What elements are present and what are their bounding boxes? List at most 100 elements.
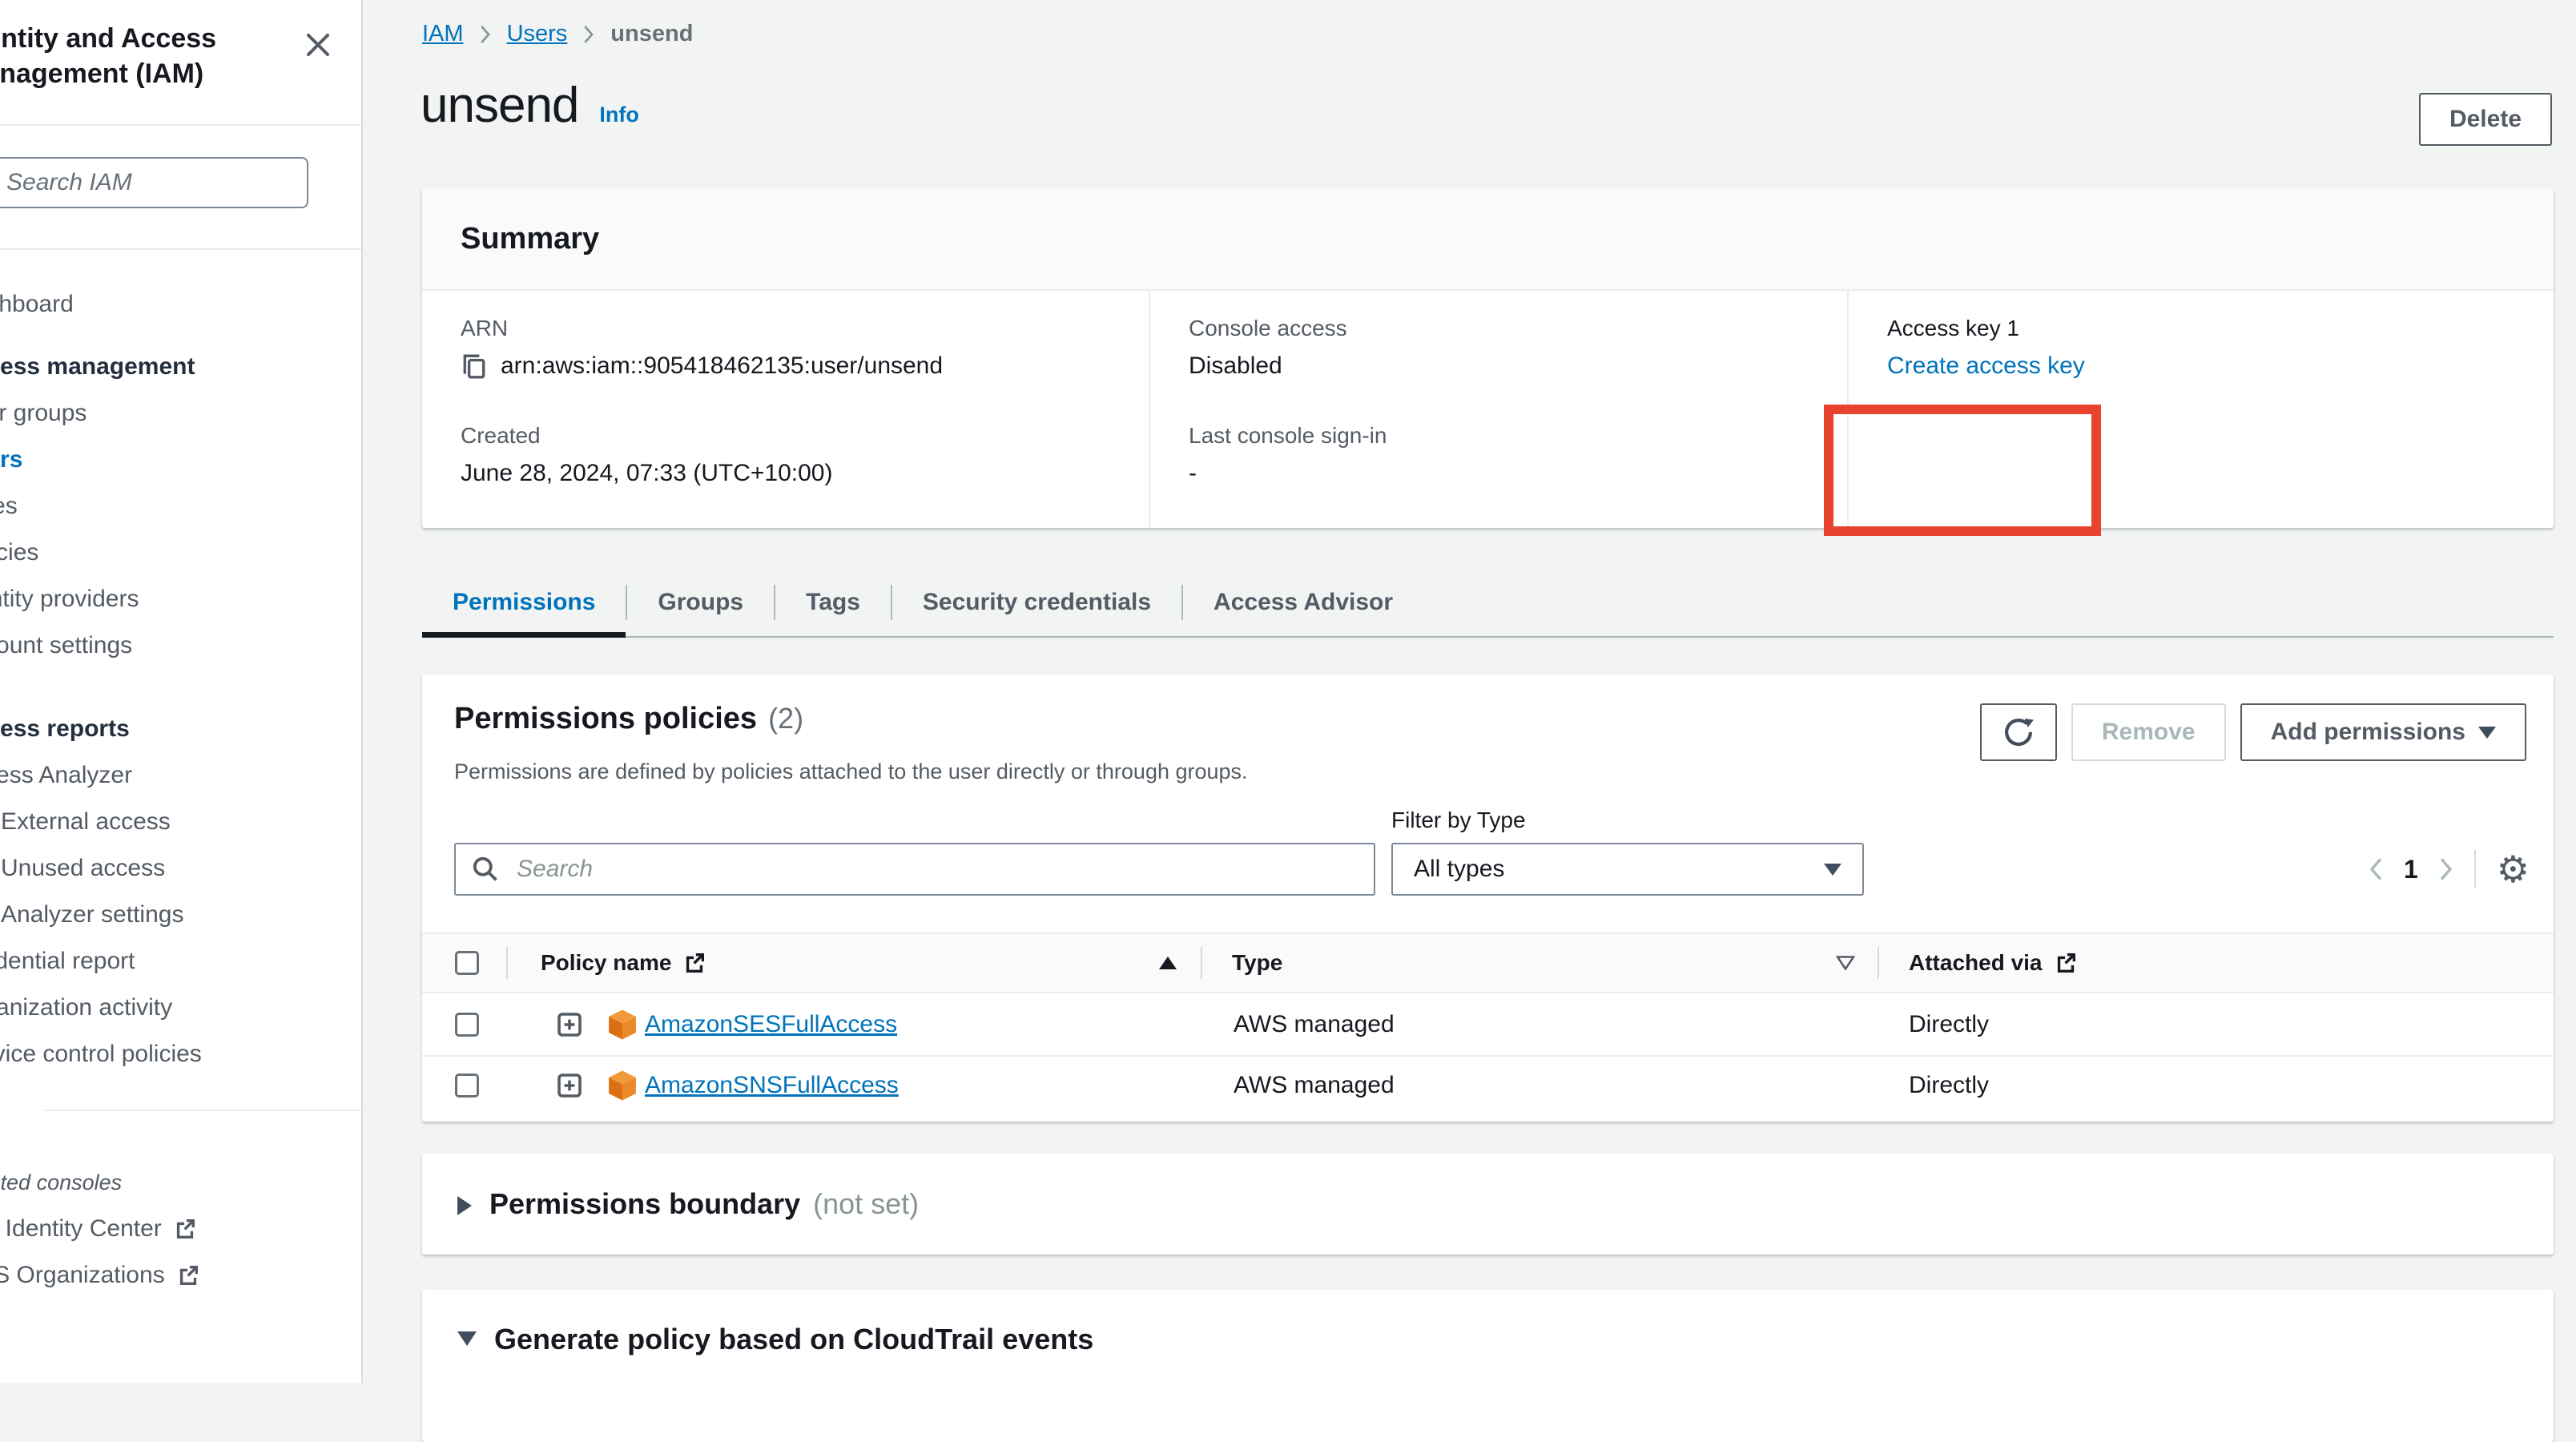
- sidebar-item-analyzer-settings[interactable]: Analyzer settings: [1, 892, 401, 938]
- type-filter-dropdown[interactable]: All types: [1391, 843, 1864, 896]
- add-permissions-label: Add permissions: [2271, 719, 2465, 746]
- detail-tabs: Permissions Groups Tags Security credent…: [422, 569, 2554, 638]
- column-divider: [1878, 947, 1879, 979]
- sidebar-divider: [0, 124, 361, 126]
- summary-col-console: Console access Disabled Last console sig…: [1149, 291, 1847, 528]
- generate-policy-card[interactable]: Generate policy based on CloudTrail even…: [422, 1290, 2554, 1442]
- external-link-icon: [173, 1217, 197, 1241]
- sidebar-search-input[interactable]: [0, 157, 308, 208]
- sidebar-item-identity-providers[interactable]: Identity providers: [0, 576, 356, 622]
- add-permissions-button[interactable]: Add permissions: [2240, 703, 2526, 761]
- table-header: Policy name Type Attached via: [422, 932, 2554, 993]
- permissions-boundary-title: Permissions boundary: [489, 1188, 800, 1220]
- page-header: unsend Info: [421, 77, 639, 134]
- policies-count: (2): [768, 702, 803, 735]
- summary-card: Summary ARN arn:aws:iam::905418462135:us…: [422, 188, 2554, 528]
- sidebar-item-external-access[interactable]: External access: [1, 799, 401, 845]
- copy-icon[interactable]: [461, 352, 488, 380]
- sidebar-item-unused-access[interactable]: Unused access: [1, 845, 401, 892]
- summary-heading: Summary: [461, 222, 599, 256]
- external-link-icon: [176, 1263, 200, 1287]
- sidebar-item-roles[interactable]: Roles: [0, 483, 356, 530]
- column-policy-name[interactable]: Policy name: [541, 950, 706, 976]
- select-all-checkbox[interactable]: [455, 951, 479, 975]
- created-label: Created: [461, 422, 1117, 449]
- sidebar-item-service-control-policies[interactable]: Service control policies: [0, 1031, 356, 1077]
- tab-access-advisor[interactable]: Access Advisor: [1183, 569, 1423, 636]
- external-link-icon: [682, 951, 706, 975]
- console-access-label: Console access: [1189, 315, 1815, 342]
- tab-tags[interactable]: Tags: [775, 569, 891, 636]
- breadcrumb: IAM Users unsend: [422, 21, 693, 47]
- policy-attached-via: Directly: [1909, 1072, 1989, 1099]
- close-icon[interactable]: [302, 29, 334, 61]
- sidebar-title: Identity and Access Management (IAM): [0, 21, 306, 91]
- policy-link[interactable]: AmazonSESFullAccess: [645, 1011, 897, 1038]
- sidebar-item-users[interactable]: Users: [0, 437, 356, 483]
- permissions-boundary-card[interactable]: Permissions boundary (not set): [422, 1154, 2554, 1255]
- sidebar-item-dashboard[interactable]: Dashboard: [0, 281, 356, 328]
- next-page-icon[interactable]: [2439, 857, 2453, 881]
- sidebar-item-user-groups[interactable]: User groups: [0, 390, 356, 437]
- expand-plus-icon[interactable]: [557, 1012, 582, 1037]
- sidebar-item-account-settings[interactable]: Account settings: [0, 622, 356, 669]
- page-title: unsend: [421, 77, 578, 134]
- column-type[interactable]: Type: [1232, 950, 1282, 976]
- breadcrumb-iam-link[interactable]: IAM: [422, 21, 464, 47]
- expand-down-icon: [457, 1331, 477, 1346]
- tab-security-credentials[interactable]: Security credentials: [892, 569, 1181, 636]
- last-signin-value: -: [1189, 457, 1197, 489]
- external-link-icon: [2054, 951, 2078, 975]
- table-row: AmazonSNSFullAccess AWS managed Directly: [422, 1055, 2554, 1116]
- policies-title: Permissions policies: [454, 702, 757, 736]
- column-divider: [1201, 947, 1202, 979]
- row-checkbox[interactable]: [455, 1073, 479, 1098]
- sidebar-item-access-analyzer[interactable]: Access Analyzer: [0, 752, 356, 799]
- previous-page-icon[interactable]: [2369, 857, 2383, 881]
- tab-permissions[interactable]: Permissions: [422, 569, 626, 636]
- sort-descending-outline-icon[interactable]: [1835, 955, 1856, 971]
- create-access-key-link[interactable]: Create access key: [1887, 350, 2085, 382]
- main-content: IAM Users unsend unsend Info Delete Summ…: [363, 0, 2576, 1383]
- expand-right-icon: [457, 1196, 472, 1215]
- managed-policy-icon: [607, 1009, 638, 1041]
- sidebar-divider: [44, 1110, 361, 1111]
- pagination-divider: [2474, 850, 2476, 888]
- sidebar-section-related-consoles: Related consoles: [0, 1159, 356, 1206]
- summary-body: ARN arn:aws:iam::905418462135:user/unsen…: [422, 291, 2554, 528]
- sidebar-item-aws-organizations[interactable]: AWS Organizations: [0, 1252, 356, 1299]
- tab-groups[interactable]: Groups: [627, 569, 774, 636]
- policies-header: Permissions policies (2): [454, 702, 803, 736]
- sidebar-item-policies[interactable]: Policies: [0, 530, 356, 576]
- sidebar-item-iam-identity-center[interactable]: IAM Identity Center: [0, 1206, 356, 1252]
- sidebar-section-access-management: Access management: [0, 344, 356, 390]
- policy-search-input[interactable]: [515, 855, 1358, 884]
- info-link[interactable]: Info: [599, 103, 638, 127]
- breadcrumb-users-link[interactable]: Users: [507, 21, 568, 47]
- pagination: 1 ⚙: [2369, 843, 2530, 896]
- column-attached-via-label: Attached via: [1909, 950, 2043, 976]
- delete-button[interactable]: Delete: [2419, 93, 2552, 146]
- arn-value: arn:aws:iam::905418462135:user/unsend: [501, 350, 943, 382]
- table-row: AmazonSESFullAccess AWS managed Directly: [422, 994, 2554, 1057]
- policy-attached-via: Directly: [1909, 1011, 1989, 1038]
- column-attached-via[interactable]: Attached via: [1909, 950, 2078, 976]
- chevron-right-icon: [583, 25, 594, 44]
- sidebar-item-organization-activity[interactable]: Organization activity: [0, 985, 356, 1031]
- last-signin-label: Last console sign-in: [1189, 422, 1815, 449]
- sidebar-item-credential-report[interactable]: Credential report: [0, 938, 356, 985]
- row-checkbox[interactable]: [455, 1013, 479, 1037]
- console-access-value: Disabled: [1189, 350, 1282, 382]
- sidebar-section-access-reports: Access reports: [0, 706, 356, 752]
- policies-description: Permissions are defined by policies atta…: [454, 759, 1248, 784]
- policy-link[interactable]: AmazonSNSFullAccess: [645, 1072, 899, 1099]
- sort-ascending-icon[interactable]: [1159, 957, 1177, 969]
- policy-search-box: [454, 843, 1375, 896]
- expand-plus-icon[interactable]: [557, 1073, 582, 1098]
- summary-header: Summary: [422, 188, 2554, 291]
- refresh-button[interactable]: [1980, 703, 2057, 761]
- page-number[interactable]: 1: [2404, 855, 2418, 884]
- gear-icon[interactable]: ⚙: [2497, 851, 2530, 888]
- remove-button[interactable]: Remove: [2071, 703, 2226, 761]
- generate-policy-title: Generate policy based on CloudTrail even…: [494, 1323, 1093, 1355]
